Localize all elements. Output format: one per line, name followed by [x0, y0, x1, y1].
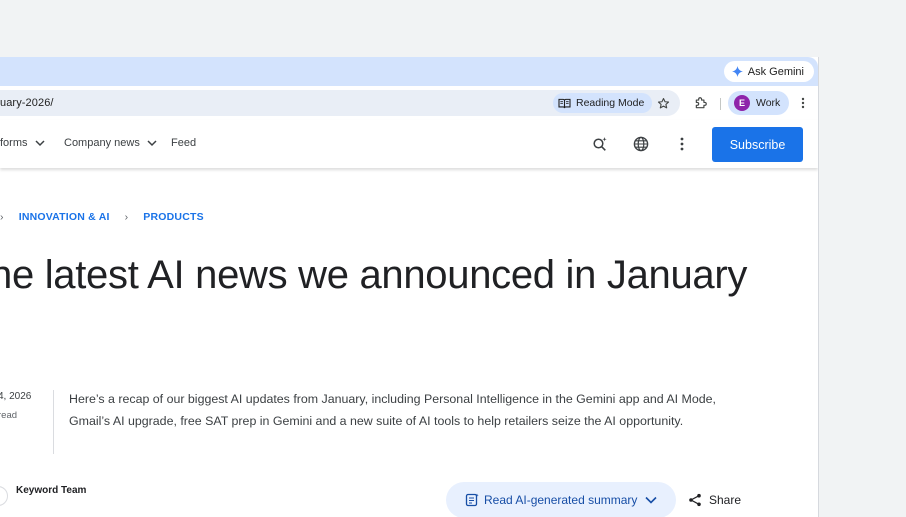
nav-item-platforms[interactable]: forms: [0, 137, 45, 149]
puzzle-icon: [695, 97, 707, 109]
gemini-sparkle-icon: [731, 66, 743, 77]
author-name[interactable]: Keyword Team: [16, 485, 86, 496]
breadcrumb-innovation-ai[interactable]: INNOVATION & AI: [19, 211, 110, 223]
more-vert-icon: [801, 97, 805, 109]
globe-icon: [633, 136, 649, 152]
article-summary: Here’s a recap of our biggest AI updates…: [69, 392, 716, 428]
breadcrumb-products[interactable]: PRODUCTS: [143, 211, 204, 223]
nav-item-feed[interactable]: Feed: [171, 137, 196, 149]
address-bar[interactable]: uary-2026/ Reading Mode: [0, 90, 680, 116]
document-sparkle-icon: [465, 493, 479, 507]
ask-gemini-button[interactable]: Ask Gemini: [723, 61, 814, 82]
chevron-down-icon: [34, 139, 45, 146]
reading-mode-chip[interactable]: Reading Mode: [553, 93, 653, 113]
breadcrumb: › INNOVATION & AI › PRODUCTS: [0, 211, 204, 223]
breadcrumb-separator-icon: ›: [0, 211, 4, 223]
browser-menu-button[interactable]: [795, 95, 811, 111]
more-vert-icon: [680, 137, 684, 151]
tab-strip: Ask Gemini: [0, 57, 818, 86]
read-time: read: [0, 410, 18, 421]
nav-item-label: Feed: [171, 137, 197, 149]
share-button[interactable]: Share: [688, 493, 741, 507]
browser-window: Ask Gemini uary-2026/ Reading Mode E Wor…: [0, 57, 819, 517]
breadcrumb-separator-icon: ›: [124, 211, 129, 223]
share-icon: [689, 493, 701, 507]
language-button[interactable]: [630, 133, 652, 155]
bookmark-star-button[interactable]: [654, 94, 672, 112]
chevron-down-icon: [645, 496, 657, 504]
ask-gemini-label: Ask Gemini: [747, 65, 804, 78]
book-icon: [558, 98, 571, 108]
author-avatar: [0, 486, 8, 506]
ai-search-button[interactable]: [589, 133, 611, 155]
share-label: Share: [709, 493, 742, 507]
search-sparkle-icon: [593, 137, 607, 151]
ai-summary-button[interactable]: Read AI-generated summary: [446, 482, 676, 517]
chevron-down-icon: [147, 139, 157, 146]
publish-date: 4, 2026: [0, 391, 32, 402]
nav-item-label: Company news: [64, 137, 140, 149]
site-navigation: forms Company news Feed Subscribe: [0, 120, 818, 168]
meta-divider: [53, 390, 54, 454]
nav-item-company-news[interactable]: Company news: [64, 137, 157, 149]
article-headline: he latest AI news we announced in Januar…: [0, 253, 748, 297]
url-text[interactable]: uary-2026/: [0, 97, 54, 109]
extensions-button[interactable]: [692, 94, 710, 112]
browser-toolbar: uary-2026/ Reading Mode E Work: [0, 86, 818, 120]
site-more-button[interactable]: [671, 133, 693, 155]
star-icon: [657, 97, 669, 108]
subscribe-button[interactable]: Subscribe: [712, 127, 803, 162]
nav-item-label: forms: [0, 137, 28, 149]
profile-name: Work: [756, 97, 781, 109]
ai-summary-label: Read AI-generated summary: [484, 493, 638, 507]
reading-mode-label: Reading Mode: [576, 97, 645, 109]
article-content: › INNOVATION & AI › PRODUCTS he latest A…: [0, 168, 818, 517]
profile-chip[interactable]: E Work: [728, 91, 790, 115]
profile-avatar: E: [734, 95, 750, 111]
toolbar-divider: [720, 98, 721, 110]
